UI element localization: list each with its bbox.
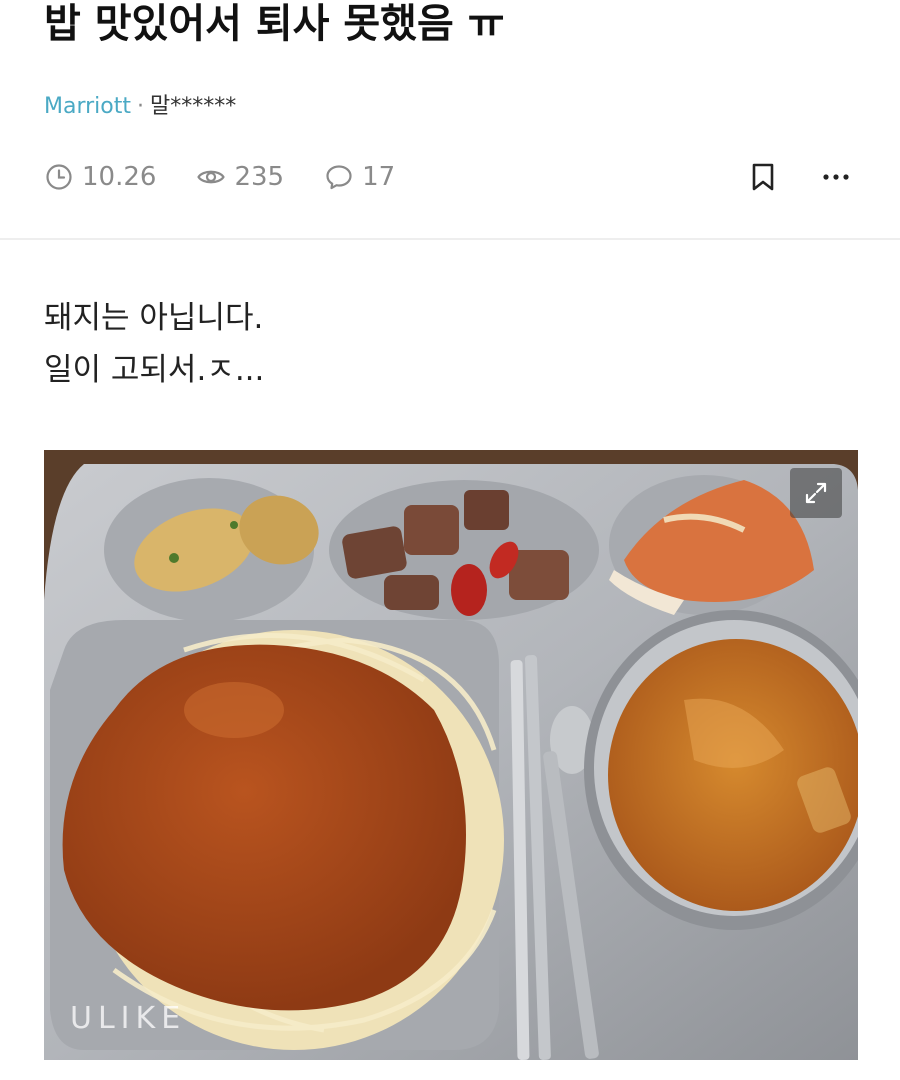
post-meta: 10.26 235 17 <box>44 158 435 196</box>
author-name: 말****** <box>150 94 237 119</box>
post-comments-value: 17 <box>362 162 396 192</box>
food-tray-illustration <box>44 450 858 1060</box>
post-photo[interactable]: ULIKE <box>44 450 858 1060</box>
clock-icon <box>46 164 72 190</box>
more-options-button[interactable] <box>816 160 856 194</box>
post-body-line: 일이 고되서.ㅈ... <box>44 352 265 388</box>
post-views: 235 <box>196 162 284 192</box>
post-date-value: 10.26 <box>82 162 157 192</box>
company-link[interactable]: Marriott <box>44 94 131 119</box>
post-views-value: 235 <box>234 162 285 192</box>
post-title: 밥 맛있어서 퇴사 못했음 ㅠ <box>44 1 505 47</box>
bookmark-button[interactable] <box>746 160 780 194</box>
expand-icon <box>805 482 827 504</box>
expand-photo-button[interactable] <box>790 468 842 518</box>
header-divider <box>0 238 900 240</box>
post-body: 돼지는 아닙니다. 일이 고되서.ㅈ... <box>44 292 264 396</box>
post-comments[interactable]: 17 <box>324 162 395 192</box>
bookmark-icon <box>752 163 774 191</box>
byline: Marriott · 말****** <box>44 92 236 122</box>
comment-icon <box>326 165 352 190</box>
post-body-line: 돼지는 아닙니다. <box>44 300 264 336</box>
photo-watermark: ULIKE <box>70 1001 187 1036</box>
more-icon <box>823 174 849 180</box>
post-date: 10.26 <box>44 162 156 192</box>
eye-icon <box>197 170 226 184</box>
byline-separator: · <box>137 94 144 119</box>
